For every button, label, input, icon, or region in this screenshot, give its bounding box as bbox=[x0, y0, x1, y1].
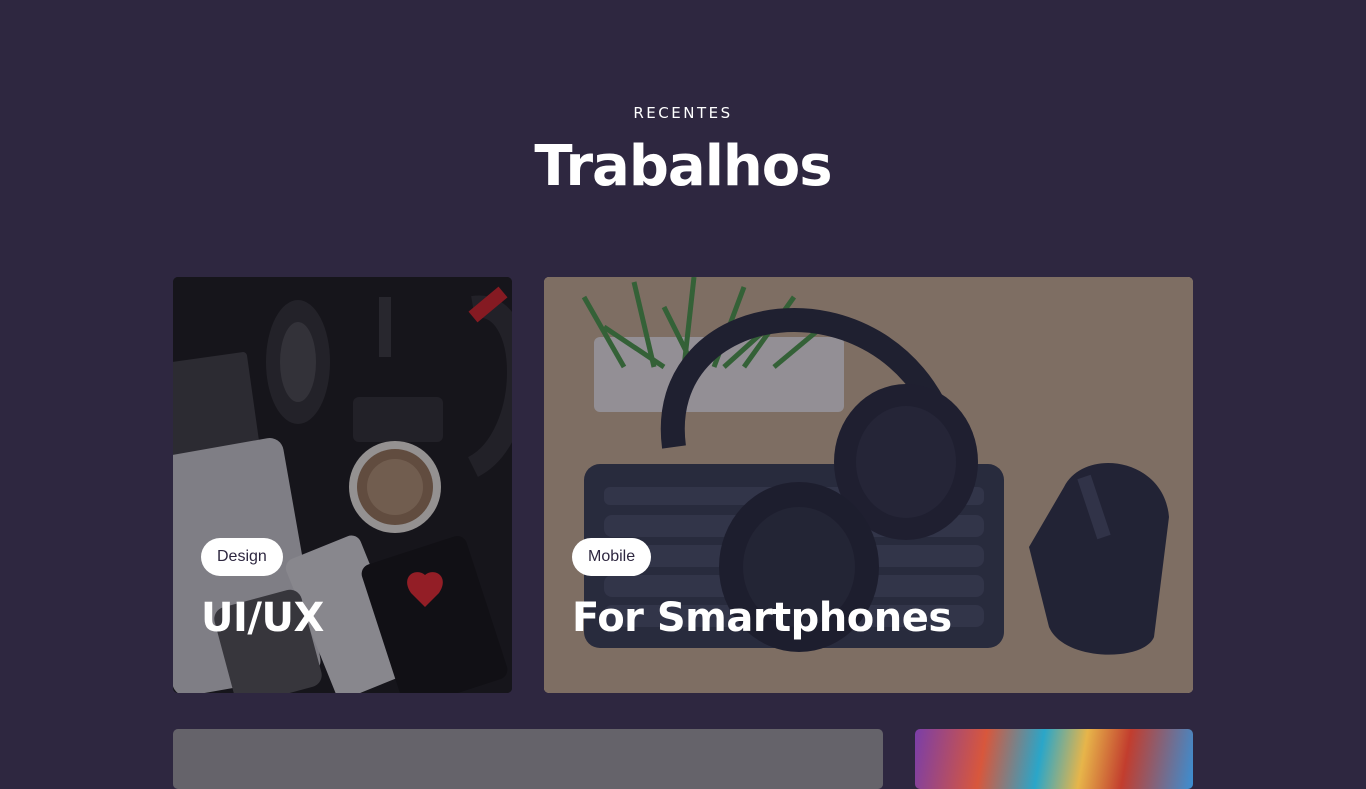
section-eyebrow: RECENTES bbox=[633, 104, 733, 122]
card-tag-badge[interactable]: Design bbox=[201, 538, 283, 576]
work-card-uiux[interactable]: Design UI/UX bbox=[173, 277, 512, 693]
card-title: UI/UX bbox=[201, 595, 324, 641]
work-card-smartphones[interactable]: Mobile For Smartphones bbox=[544, 277, 1193, 693]
section-title: Trabalhos bbox=[534, 134, 832, 199]
work-card-partial-4[interactable] bbox=[915, 729, 1193, 789]
work-card-partial-3[interactable] bbox=[173, 729, 883, 789]
card-tag-badge[interactable]: Mobile bbox=[572, 538, 652, 576]
card-title: For Smartphones bbox=[572, 595, 952, 641]
card-overlay bbox=[173, 729, 883, 789]
